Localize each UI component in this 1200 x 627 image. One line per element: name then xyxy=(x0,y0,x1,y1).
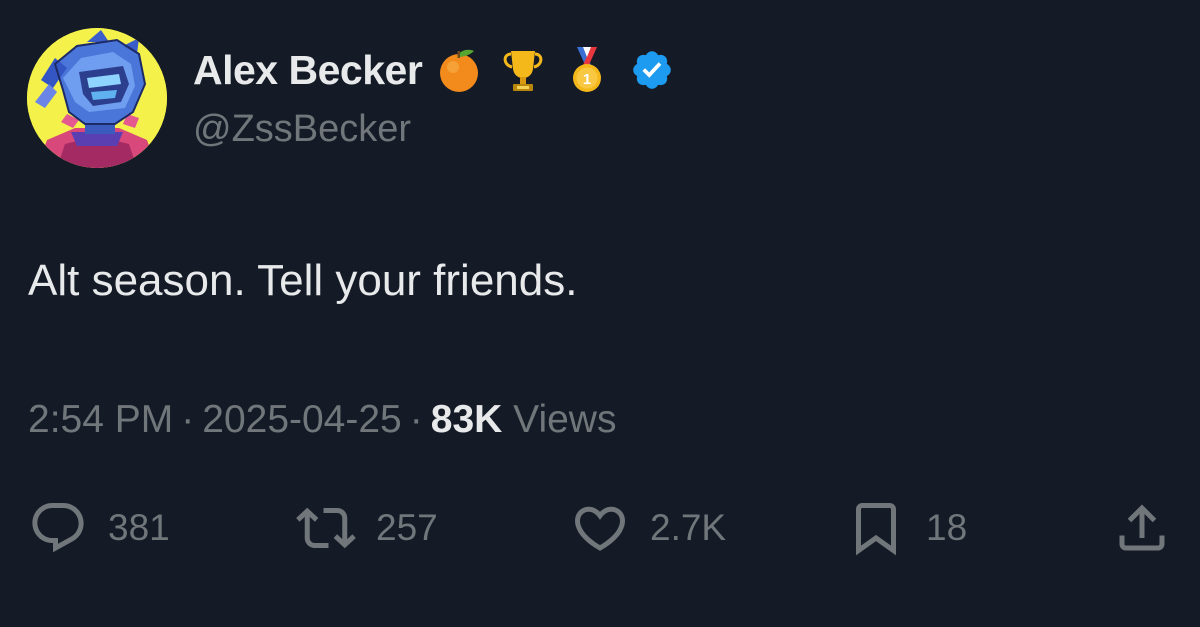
tweet-meta: 2:54 PM · 2025-04-25 · 83K Views xyxy=(28,398,616,442)
share-icon xyxy=(1119,504,1165,551)
avatar[interactable] xyxy=(27,28,167,168)
tweet-card: Alex Becker 1 @ZssBecker Alt season. Tel… xyxy=(0,0,1200,627)
avatar-image xyxy=(27,28,167,168)
bookmark-button[interactable]: 18 xyxy=(846,492,967,564)
meta-separator: · xyxy=(181,398,195,441)
reply-icon xyxy=(32,503,84,553)
retweet-count: 257 xyxy=(376,507,438,548)
first-place-medal-emoji: 1 xyxy=(560,43,614,97)
reply-button[interactable]: 381 xyxy=(28,492,170,564)
tweet-text: Alt season. Tell your friends. xyxy=(28,256,578,305)
bookmark-icon xyxy=(856,503,896,556)
reply-count: 381 xyxy=(108,507,170,548)
verified-badge-icon[interactable] xyxy=(630,48,674,92)
heart-icon xyxy=(574,506,626,551)
author-display-name[interactable]: Alex Becker xyxy=(193,47,423,94)
views-label[interactable]: Views xyxy=(513,398,616,441)
tweet-date[interactable]: 2025-04-25 xyxy=(202,398,402,441)
svg-text:1: 1 xyxy=(583,71,591,88)
orange-emoji xyxy=(432,43,486,97)
author-name-row: Alex Becker 1 xyxy=(193,42,674,98)
action-bar: 381 257 2.7K 18 xyxy=(0,492,1200,564)
share-button[interactable] xyxy=(1112,492,1172,564)
meta-separator: · xyxy=(409,398,423,441)
retweet-icon xyxy=(296,507,356,549)
like-button[interactable]: 2.7K xyxy=(570,492,726,564)
like-count: 2.7K xyxy=(650,507,727,548)
bookmark-count: 18 xyxy=(926,507,968,548)
tweet-time[interactable]: 2:54 PM xyxy=(28,398,173,441)
author-handle[interactable]: @ZssBecker xyxy=(193,108,411,151)
views-count[interactable]: 83K xyxy=(431,398,503,441)
trophy-emoji xyxy=(496,43,550,97)
retweet-button[interactable]: 257 xyxy=(296,492,438,564)
